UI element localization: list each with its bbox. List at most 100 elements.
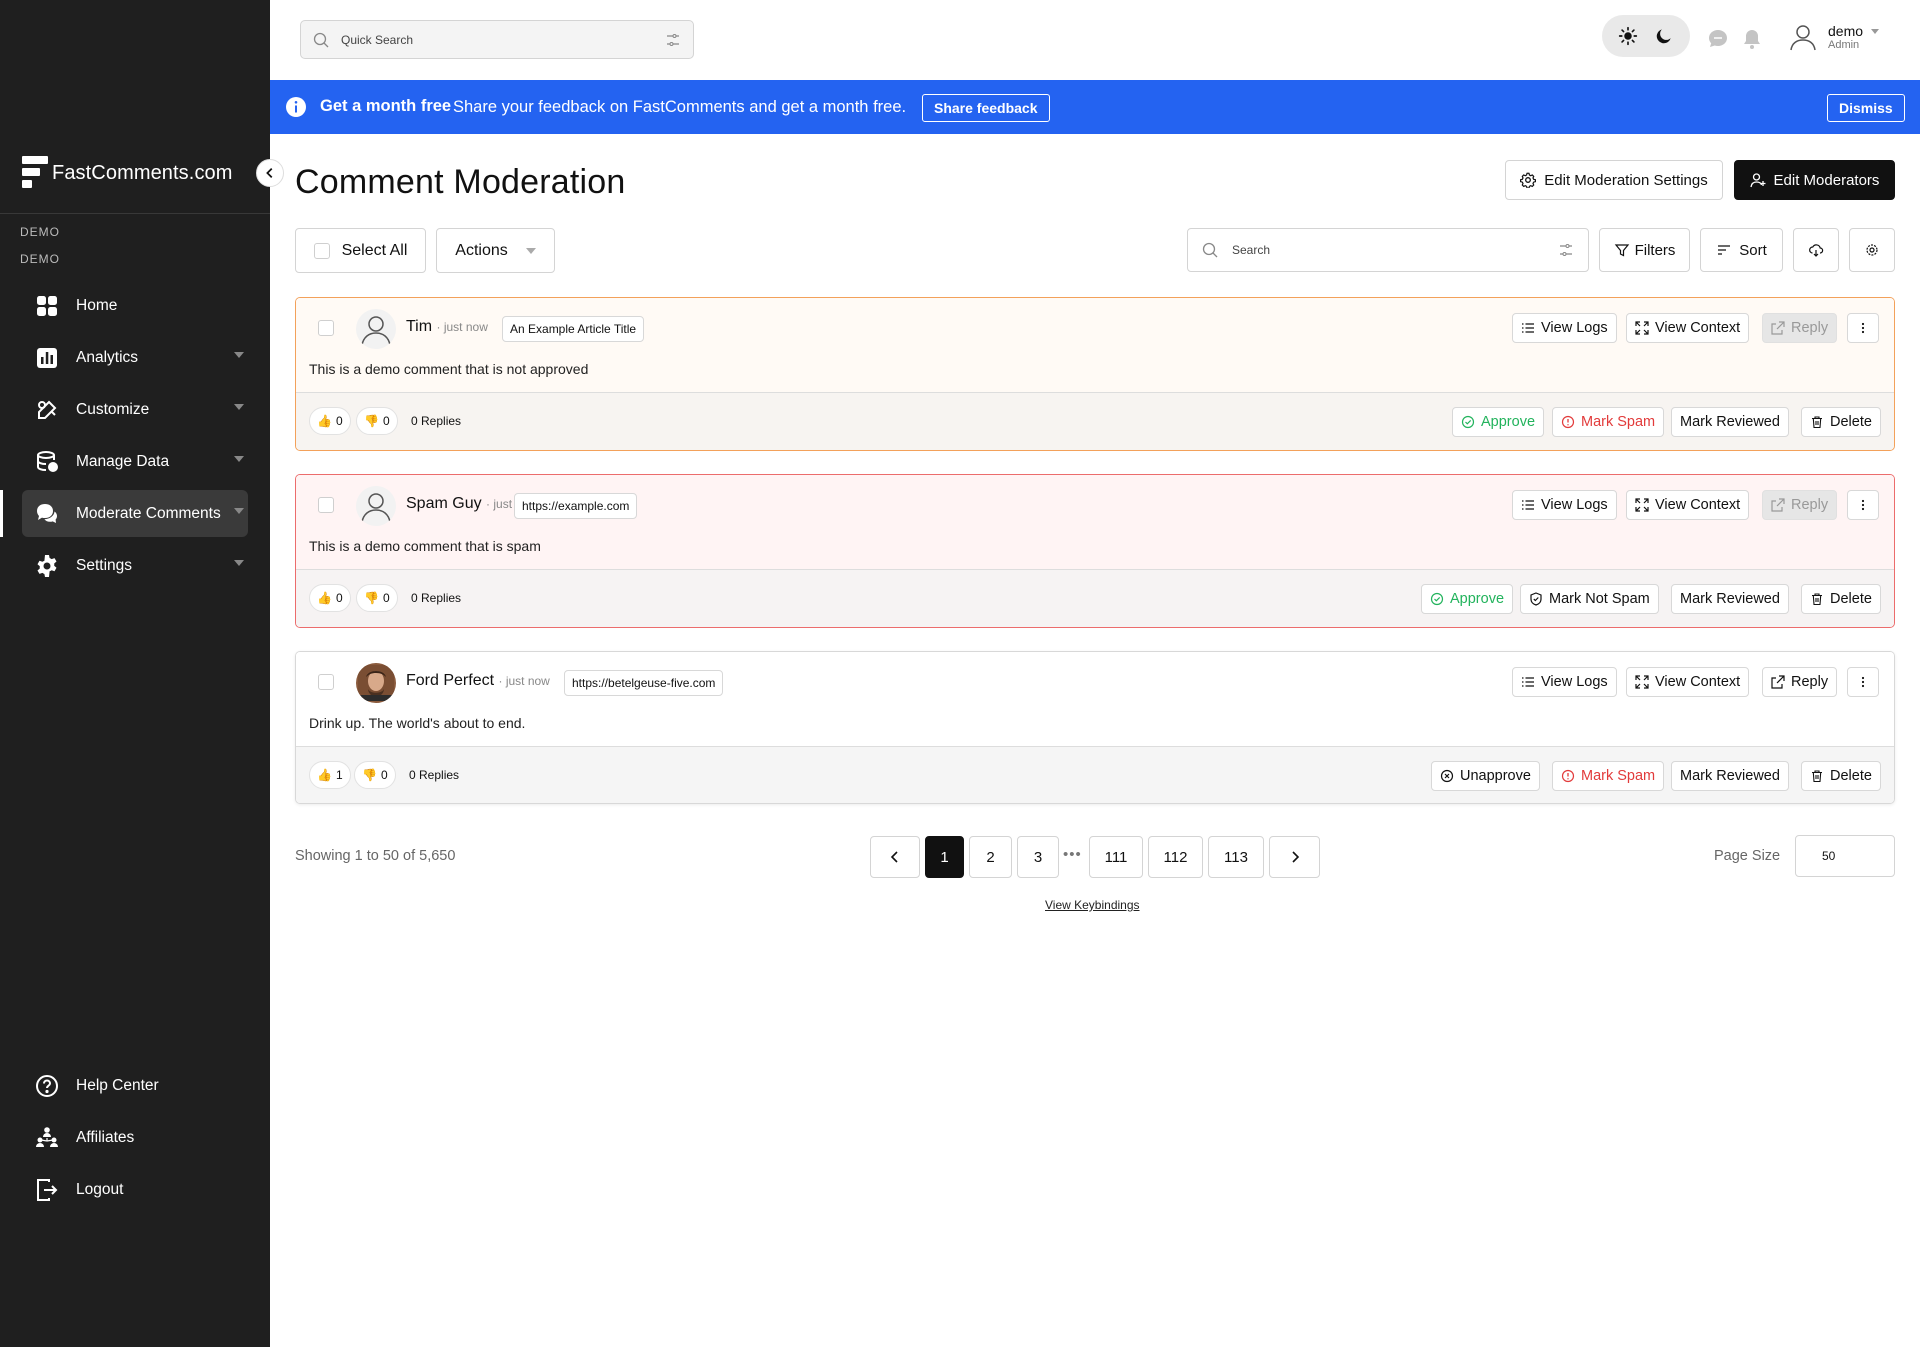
nav-item-logout[interactable]: Logout [22,1166,248,1213]
nav-item-affiliates[interactable]: Affiliates [22,1114,248,1161]
page-button[interactable]: 112 [1148,836,1203,878]
edit-moderation-settings-button[interactable]: Edit Moderation Settings [1505,160,1723,200]
delete-button[interactable]: Delete [1801,761,1881,791]
delete-button[interactable]: Delete [1801,407,1881,437]
replies-count[interactable]: 0 Replies [411,591,461,605]
comment-select-checkbox[interactable] [318,674,334,690]
quick-search-input[interactable]: Quick Search [300,20,694,59]
sun-icon[interactable] [1618,26,1638,46]
mark-reviewed-button[interactable]: Mark Reviewed [1671,761,1789,791]
share-feedback-button[interactable]: Share feedback [922,94,1050,122]
likes-value: 0 [335,414,343,428]
comment-author[interactable]: Tim [406,318,432,335]
nav-item-customize[interactable]: Customize [22,386,248,433]
view-keybindings-link[interactable]: View Keybindings [1045,898,1140,912]
reply-button[interactable]: Reply [1762,313,1838,343]
avatar[interactable] [356,663,396,703]
view-context-button[interactable]: View Context [1626,667,1750,697]
nav-item-settings[interactable]: Settings [22,542,248,589]
like-count[interactable]: 👍 1 [309,761,351,789]
replies-count[interactable]: 0 Replies [409,768,459,782]
view-settings-button[interactable] [1849,228,1895,272]
view-logs-button[interactable]: View Logs [1512,490,1617,520]
results-count: Showing 1 to 50 of 5,650 [295,848,456,864]
edit-moderators-button[interactable]: Edit Moderators [1734,160,1895,200]
view-context-button[interactable]: View Context [1626,490,1750,520]
comment-page-link[interactable]: https://betelgeuse-five.com [564,670,724,696]
view-logs-button[interactable]: View Logs [1512,667,1617,697]
comment-page-link[interactable]: https://example.com [514,493,638,519]
nav-item-analytics[interactable]: Analytics [22,334,248,381]
nav-item-home[interactable]: Home [22,282,248,329]
unapprove-button[interactable]: Unapprove [1431,761,1540,791]
actions-dropdown[interactable]: Actions [436,228,555,273]
nav-label: Manage Data [76,452,170,470]
page-size-input[interactable]: 50 [1795,835,1895,877]
select-all-button[interactable]: Select All [295,228,426,273]
user-menu[interactable]: demo Admin [1788,22,1880,52]
user-name: demo [1828,23,1864,39]
next-page-button[interactable] [1269,836,1320,878]
more-vertical-icon [1861,499,1865,511]
more-options-button[interactable] [1847,667,1879,697]
avatar[interactable] [356,486,396,526]
sort-button[interactable]: Sort [1700,228,1783,272]
approve-button[interactable]: Approve [1452,407,1545,437]
mark-spam-button[interactable]: Mark Spam [1552,761,1665,791]
mark-reviewed-button[interactable]: Mark Reviewed [1671,584,1789,614]
comment-select-checkbox[interactable] [318,320,334,336]
nav-item-manage-data[interactable]: Manage Data [22,438,248,485]
moon-icon[interactable] [1654,26,1674,46]
shield-check-icon [1530,592,1542,606]
comment-page-link[interactable]: An Example Article Title [502,316,645,342]
page-button[interactable]: 2 [969,836,1012,878]
comment-author[interactable]: Spam Guy [406,495,482,512]
database-icon [34,449,60,475]
comment-text: This is a demo comment that is not appro… [309,361,589,377]
comment-select-checkbox[interactable] [318,497,334,513]
replies-count[interactable]: 0 Replies [411,414,461,428]
button-label: Delete [1830,414,1872,430]
filters-button[interactable]: Filters [1599,228,1690,272]
brand-logo[interactable]: FastComments.com [22,156,233,190]
page-button[interactable]: 113 [1208,836,1264,878]
page-button[interactable]: 3 [1017,836,1059,878]
avatar[interactable] [356,309,396,349]
bell-icon[interactable] [1740,27,1764,51]
page-size-label: Page Size [1714,848,1781,864]
reply-button[interactable]: Reply [1762,490,1838,520]
delete-button[interactable]: Delete [1801,584,1881,614]
like-count[interactable]: 👍 0 [309,407,351,435]
comment-card: Spam Guy · just now https://example.com … [295,474,1895,628]
collapse-sidebar-button[interactable] [256,159,284,187]
more-options-button[interactable] [1847,490,1879,520]
nav-item-moderate-comments[interactable]: Moderate Comments [22,490,248,537]
button-label: Unapprove [1460,768,1531,784]
comment-author[interactable]: Ford Perfect [406,672,494,689]
chat-icon[interactable] [1706,27,1730,51]
mark-reviewed-button[interactable]: Mark Reviewed [1671,407,1789,437]
mark-spam-button[interactable]: Mark Spam [1552,407,1665,437]
palette-icon [34,397,60,423]
page-button[interactable]: 111 [1089,836,1143,878]
comment-search-input[interactable]: Search [1187,228,1589,272]
dislike-count[interactable]: 👎 0 [356,584,398,612]
page-button[interactable]: 1 [925,836,964,878]
like-count[interactable]: 👍 0 [309,584,351,612]
nav-item-help-center[interactable]: Help Center [22,1062,248,1109]
approve-button[interactable]: Approve [1421,584,1514,614]
view-context-button[interactable]: View Context [1626,313,1750,343]
mark-not-spam-button[interactable]: Mark Not Spam [1520,584,1659,614]
export-button[interactable] [1793,228,1839,272]
view-logs-button[interactable]: View Logs [1512,313,1617,343]
reply-button[interactable]: Reply [1762,667,1838,697]
prev-page-button[interactable] [870,836,920,878]
more-options-button[interactable] [1847,313,1879,343]
dislike-count[interactable]: 👎 0 [354,761,396,789]
select-all-checkbox[interactable] [313,242,330,259]
button-label: Mark Reviewed [1680,768,1780,784]
dislike-count[interactable]: 👎 0 [356,407,398,435]
likes-value: 1 [335,768,343,782]
theme-toggle[interactable] [1602,15,1690,57]
dismiss-button[interactable]: Dismiss [1827,94,1905,122]
